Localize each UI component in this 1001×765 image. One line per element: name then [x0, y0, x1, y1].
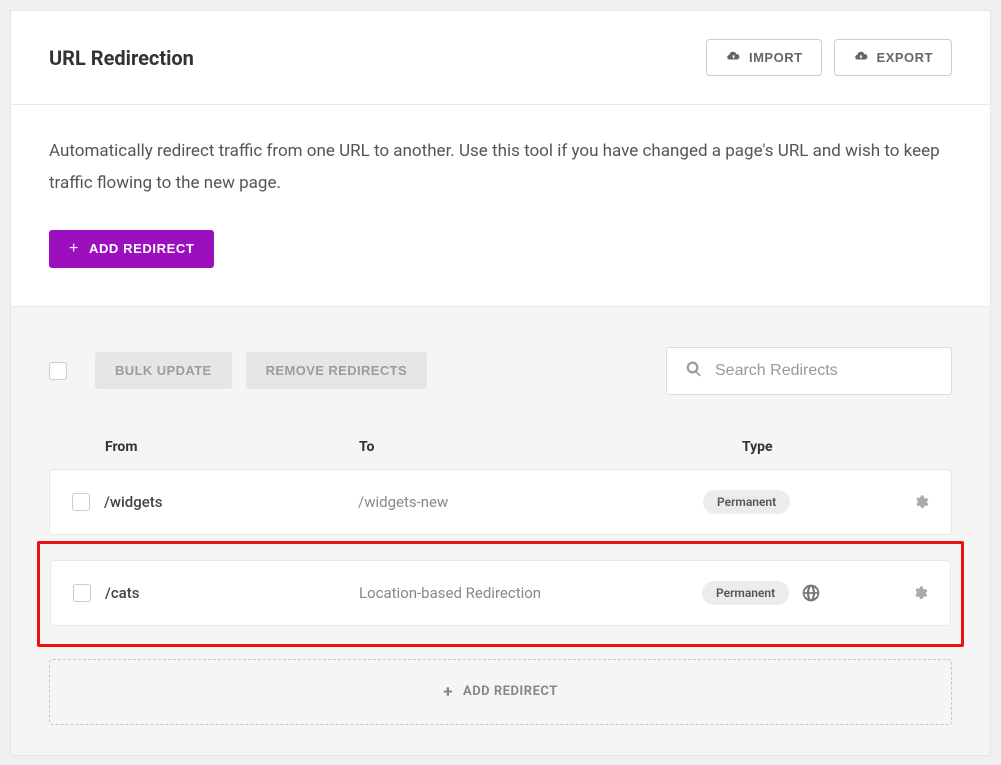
search-icon [685, 360, 703, 382]
add-redirect-button[interactable]: + ADD REDIRECT [49, 230, 214, 268]
row-to-value: Location-based Redirection [359, 584, 702, 602]
import-label: IMPORT [749, 50, 803, 65]
gear-icon[interactable] [913, 494, 929, 510]
export-button[interactable]: EXPORT [834, 39, 952, 76]
col-type-header: Type [742, 439, 952, 455]
redirect-list-block: BULK UPDATE REMOVE REDIRECTS From To Typ… [11, 307, 990, 755]
plus-icon: + [443, 682, 453, 702]
cloud-upload-icon [725, 49, 741, 66]
add-redirect-strip[interactable]: + ADD REDIRECT [49, 659, 952, 725]
row-select-checkbox[interactable] [72, 493, 90, 511]
table-header: From To Type [49, 425, 952, 469]
import-button[interactable]: IMPORT [706, 39, 822, 76]
search-input[interactable] [715, 362, 933, 380]
page-header: URL Redirection IMPORT EXPORT [11, 11, 990, 105]
intro-text: Automatically redirect traffic from one … [49, 135, 952, 200]
search-wrapper[interactable] [666, 347, 952, 395]
gear-icon[interactable] [912, 585, 928, 601]
row-from-value: /cats [105, 584, 359, 602]
row-to-value: /widgets-new [358, 493, 703, 511]
type-badge: Permanent [702, 581, 789, 605]
col-to-header: To [359, 439, 742, 455]
intro-block: Automatically redirect traffic from one … [11, 105, 990, 307]
row-from-value: /widgets [104, 493, 358, 511]
page-title: URL Redirection [49, 46, 194, 70]
globe-icon [801, 583, 821, 603]
table-row: /cats Location-based Redirection Permane… [50, 560, 951, 626]
plus-icon: + [69, 241, 79, 257]
row-select-checkbox[interactable] [73, 584, 91, 602]
col-from-header: From [105, 439, 359, 455]
add-redirect-strip-label: ADD REDIRECT [463, 684, 558, 699]
export-label: EXPORT [877, 50, 933, 65]
select-all-checkbox[interactable] [49, 362, 67, 380]
bulk-update-button[interactable]: BULK UPDATE [95, 352, 232, 389]
type-badge: Permanent [703, 490, 790, 514]
highlighted-row-box: /cats Location-based Redirection Permane… [37, 541, 964, 647]
table-row: /widgets /widgets-new Permanent [49, 469, 952, 535]
remove-redirects-button[interactable]: REMOVE REDIRECTS [246, 352, 427, 389]
list-toolbar: BULK UPDATE REMOVE REDIRECTS [49, 347, 952, 395]
cloud-download-icon [853, 49, 869, 66]
add-redirect-label: ADD REDIRECT [89, 241, 194, 256]
